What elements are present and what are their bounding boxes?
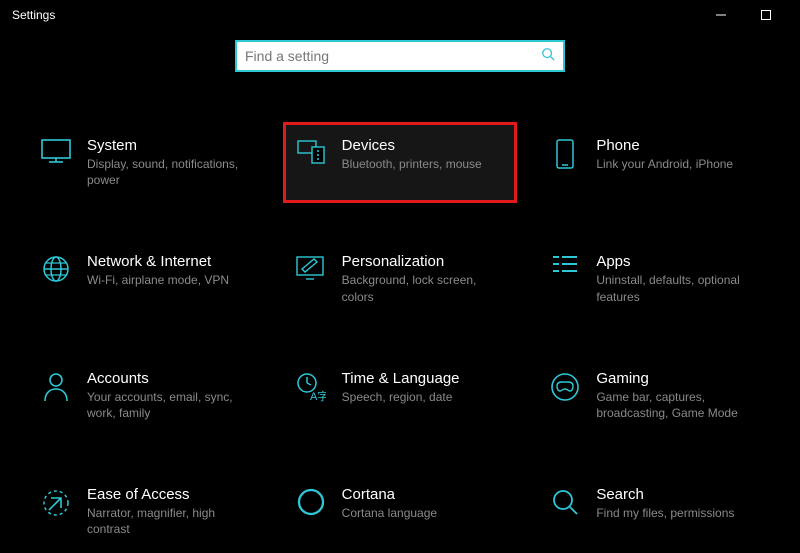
window-title: Settings bbox=[12, 8, 698, 22]
tile-desc: Your accounts, email, sync, work, family bbox=[87, 389, 252, 421]
svg-text:A字: A字 bbox=[310, 389, 326, 402]
tile-personalization[interactable]: Personalization Background, lock screen,… bbox=[283, 238, 518, 319]
tile-title: Devices bbox=[342, 137, 482, 154]
tile-gaming[interactable]: Gaming Game bar, captures, broadcasting,… bbox=[537, 355, 772, 436]
tile-phone[interactable]: Phone Link your Android, iPhone bbox=[537, 122, 772, 203]
settings-grid: System Display, sound, notifications, po… bbox=[0, 122, 800, 553]
apps-icon bbox=[548, 255, 582, 289]
ease-of-access-icon bbox=[39, 488, 73, 522]
minimize-button[interactable] bbox=[698, 0, 743, 30]
maximize-button[interactable] bbox=[743, 0, 788, 30]
paintbrush-icon bbox=[294, 255, 328, 289]
tile-title: Phone bbox=[596, 137, 733, 154]
tile-title: Personalization bbox=[342, 253, 507, 270]
tile-title: Gaming bbox=[596, 370, 761, 387]
tile-time-language[interactable]: A字 Time & Language Speech, region, date bbox=[283, 355, 518, 436]
devices-icon bbox=[294, 139, 328, 173]
tile-apps[interactable]: Apps Uninstall, defaults, optional featu… bbox=[537, 238, 772, 319]
tile-accounts[interactable]: Accounts Your accounts, email, sync, wor… bbox=[28, 355, 263, 436]
tile-system[interactable]: System Display, sound, notifications, po… bbox=[28, 122, 263, 203]
tile-desc: Background, lock screen, colors bbox=[342, 272, 507, 304]
tile-search[interactable]: Search Find my files, permissions bbox=[537, 471, 772, 552]
tile-desc: Uninstall, defaults, optional features bbox=[596, 272, 761, 304]
search-icon bbox=[541, 47, 555, 66]
tile-title: System bbox=[87, 137, 252, 154]
tile-ease-of-access[interactable]: Ease of Access Narrator, magnifier, high… bbox=[28, 471, 263, 552]
cortana-icon bbox=[294, 488, 328, 522]
tile-title: Ease of Access bbox=[87, 486, 252, 503]
tile-desc: Speech, region, date bbox=[342, 389, 460, 405]
phone-icon bbox=[548, 139, 582, 173]
person-icon bbox=[39, 372, 73, 406]
search-box[interactable] bbox=[235, 40, 565, 72]
system-icon bbox=[39, 139, 73, 173]
tile-desc: Link your Android, iPhone bbox=[596, 156, 733, 172]
globe-icon bbox=[39, 255, 73, 289]
tile-network[interactable]: Network & Internet Wi-Fi, airplane mode,… bbox=[28, 238, 263, 319]
tile-desc: Display, sound, notifications, power bbox=[87, 156, 252, 188]
tile-title: Accounts bbox=[87, 370, 252, 387]
tile-devices[interactable]: Devices Bluetooth, printers, mouse bbox=[283, 122, 518, 203]
tile-title: Network & Internet bbox=[87, 253, 229, 270]
tile-desc: Cortana language bbox=[342, 505, 437, 521]
tile-title: Apps bbox=[596, 253, 761, 270]
tile-title: Cortana bbox=[342, 486, 437, 503]
tile-desc: Game bar, captures, broadcasting, Game M… bbox=[596, 389, 761, 421]
time-language-icon: A字 bbox=[294, 372, 328, 406]
tile-title: Time & Language bbox=[342, 370, 460, 387]
tile-desc: Wi-Fi, airplane mode, VPN bbox=[87, 272, 229, 288]
tile-title: Search bbox=[596, 486, 734, 503]
search-category-icon bbox=[548, 488, 582, 522]
search-input[interactable] bbox=[245, 48, 541, 64]
titlebar: Settings bbox=[0, 0, 800, 30]
tile-desc: Find my files, permissions bbox=[596, 505, 734, 521]
tile-cortana[interactable]: Cortana Cortana language bbox=[283, 471, 518, 552]
tile-desc: Bluetooth, printers, mouse bbox=[342, 156, 482, 172]
tile-desc: Narrator, magnifier, high contrast bbox=[87, 505, 252, 537]
gaming-icon bbox=[548, 372, 582, 406]
search-container bbox=[0, 40, 800, 72]
